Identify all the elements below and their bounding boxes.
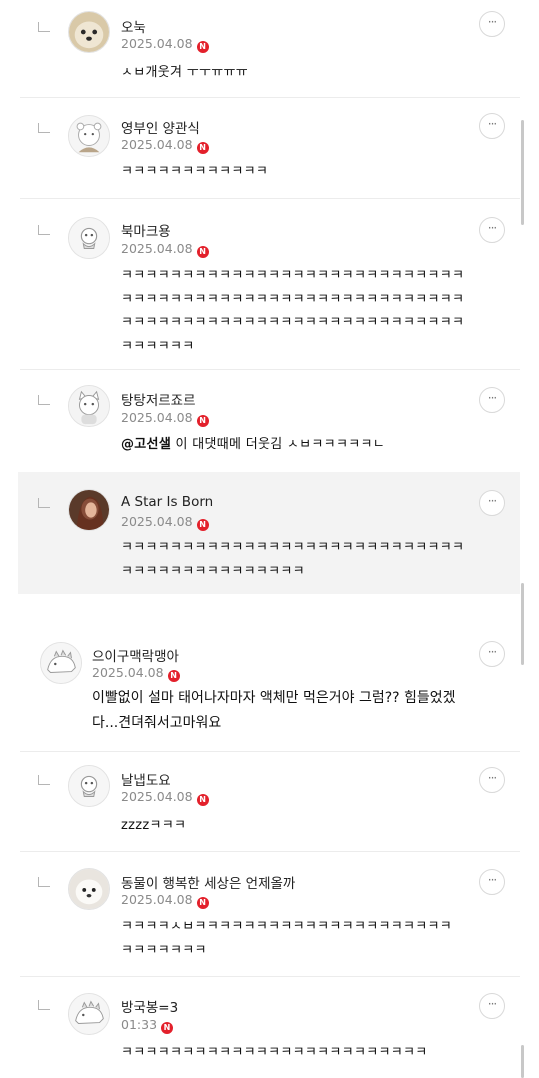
more-options-button[interactable] — [479, 641, 505, 667]
new-badge-icon: N — [196, 794, 209, 806]
new-badge-icon: N — [196, 897, 209, 909]
new-badge-icon: N — [196, 246, 209, 258]
comment-date-text: 2025.04.08 — [92, 665, 164, 680]
comment-nickname[interactable]: 탕탕저르죠르 — [121, 389, 196, 409]
comment-date-text: 2025.04.08 — [121, 137, 193, 152]
comment-nickname[interactable]: 북마크용 — [121, 220, 171, 240]
comment-date: 2025.04.08 N — [92, 665, 180, 682]
new-badge-icon: N — [196, 41, 209, 53]
comment-item: 오눅 2025.04.08 N ㅅㅂ개웃겨 ㅜㅜㅠㅠㅠ — [0, 0, 520, 97]
comment-date: 2025.04.08 N — [121, 892, 209, 909]
comment-nickname[interactable]: 동물이 행복한 세상은 언제올까 — [121, 872, 295, 892]
dinosaur-character-avatar[interactable] — [40, 642, 82, 684]
comment-item: A Star Is Born 2025.04.08 N ㅋㅋㅋㅋㅋㅋㅋㅋㅋㅋㅋㅋㅋ… — [0, 472, 520, 594]
reply-indicator-icon — [38, 775, 50, 785]
reply-indicator-icon — [38, 498, 50, 508]
reply-indicator-icon — [38, 395, 50, 405]
comment-nickname[interactable]: 영부인 양관식 — [121, 117, 200, 137]
comment-date-text: 2025.04.08 — [121, 36, 193, 51]
reply-indicator-icon — [38, 877, 50, 887]
comment-date: 2025.04.08 N — [121, 410, 209, 427]
comment-date-text: 2025.04.08 — [121, 789, 193, 804]
comment-nickname[interactable]: 날냅도요 — [121, 769, 171, 789]
new-badge-icon: N — [196, 415, 209, 427]
comment-date: 2025.04.08 N — [121, 137, 209, 154]
scrollbar-thumb-top[interactable] — [521, 120, 524, 225]
new-badge-icon: N — [196, 519, 209, 531]
reply-indicator-icon — [38, 123, 50, 133]
scrollbar-thumb-bottom[interactable] — [521, 1045, 524, 1078]
comment-date: 01:33 N — [121, 1017, 174, 1034]
dog-photo-avatar[interactable] — [68, 11, 110, 53]
reply-indicator-icon — [38, 225, 50, 235]
comment-text: ㅋㅋㅋㅋㅋㅋㅋㅋㅋㅋㅋㅋㅋㅋㅋㅋㅋㅋㅋㅋㅋㅋㅋㅋㅋㅋㅋㅋ ㅋㅋㅋㅋㅋㅋㅋㅋㅋㅋㅋ… — [121, 540, 465, 579]
comment-date-text: 2025.04.08 — [121, 410, 193, 425]
comment-text: ㅋㅋㅋㅋㅋㅋㅋㅋㅋㅋㅋㅋㅋㅋㅋㅋㅋㅋㅋㅋㅋㅋㅋㅋㅋ — [121, 1045, 428, 1060]
portrait-photo-avatar[interactable] — [68, 489, 110, 531]
comment-date-text: 2025.04.08 — [121, 892, 193, 907]
comment-date: 2025.04.08 N — [121, 36, 209, 53]
more-options-button[interactable] — [479, 113, 505, 139]
comment-date-text: 2025.04.08 — [121, 514, 193, 529]
comment-text: ㅋㅋㅋㅋㅋㅋㅋㅋㅋㅋㅋㅋ — [121, 164, 269, 179]
more-options-button[interactable] — [479, 387, 505, 413]
new-badge-icon: N — [161, 1022, 174, 1034]
comment-item: 방국봉=3 01:33 N ㅋㅋㅋㅋㅋㅋㅋㅋㅋㅋㅋㅋㅋㅋㅋㅋㅋㅋㅋㅋㅋㅋㅋㅋㅋ — [0, 976, 520, 1078]
mention-link[interactable]: @고선샐 — [121, 437, 171, 452]
comment-date: 2025.04.08 N — [121, 789, 209, 806]
default-character-avatar[interactable] — [68, 217, 110, 259]
comment-date-text: 01:33 — [121, 1017, 158, 1032]
more-options-button[interactable] — [479, 11, 505, 37]
new-badge-icon: N — [196, 142, 209, 154]
more-options-button[interactable] — [479, 993, 505, 1019]
reply-indicator-icon — [38, 1000, 50, 1010]
reply-indicator-icon — [38, 22, 50, 32]
comment-item: 날냅도요 2025.04.08 N zzzzㅋㅋㅋ — [0, 751, 520, 851]
comment-item: 동물이 행복한 세상은 언제올까 2025.04.08 N ㅋㅋㅋㅋㅅㅂㅋㅋㅋㅋㅋ… — [0, 851, 520, 976]
comment-item: 북마크용 2025.04.08 N ㅋㅋㅋㅋㅋㅋㅋㅋㅋㅋㅋㅋㅋㅋㅋㅋㅋㅋㅋㅋㅋㅋㅋ… — [0, 198, 520, 370]
comment-date: 2025.04.08 N — [121, 514, 209, 531]
scrollbar-thumb-middle[interactable] — [521, 583, 524, 665]
comment-text-content: 이 대댓때메 더웃김 ㅅㅂㅋㅋㅋㅋㅋㄴ — [171, 437, 385, 452]
puppy-photo-avatar[interactable] — [68, 868, 110, 910]
comment-nickname[interactable]: 방국봉=3 — [121, 996, 178, 1016]
dinosaur-character-avatar[interactable] — [68, 993, 110, 1035]
default-character-avatar[interactable] — [68, 765, 110, 807]
comment-date: 2025.04.08 N — [121, 241, 209, 258]
comment-text: ㅋㅋㅋㅋㅅㅂㅋㅋㅋㅋㅋㅋㅋㅋㅋㅋㅋㅋㅋㅋㅋㅋㅋㅋㅋㅋㅋ ㅋㅋㅋㅋㅋㅋㅋ — [121, 919, 453, 958]
more-options-button[interactable] — [479, 767, 505, 793]
comment-text: ㅅㅂ개웃겨 ㅜㅜㅠㅠㅠ — [121, 65, 249, 80]
comment-text: zzzzㅋㅋㅋ — [121, 818, 187, 833]
bear-character-avatar[interactable] — [68, 115, 110, 157]
comment-text: ㅋㅋㅋㅋㅋㅋㅋㅋㅋㅋㅋㅋㅋㅋㅋㅋㅋㅋㅋㅋㅋㅋㅋㅋㅋㅋㅋㅋ ㅋㅋㅋㅋㅋㅋㅋㅋㅋㅋㅋ… — [121, 268, 465, 354]
comment-text: 이빨없이 설마 태어나자마자 액체만 먹은거야 그럼?? 힘들었겠 다...견뎌… — [92, 690, 456, 731]
comment-nickname[interactable]: 으이구맥락맹아 — [92, 645, 179, 665]
comment-item: 으이구맥락맹아 2025.04.08 N 이빨없이 설마 태어나자마자 액체만 먹… — [0, 628, 520, 751]
comment-item: 탕탕저르죠르 2025.04.08 N @고선샐 이 대댓때메 더웃김 ㅅㅂㅋㅋㅋ… — [0, 369, 520, 472]
comment-date-text: 2025.04.08 — [121, 241, 193, 256]
comment-nickname[interactable]: 오눅 — [121, 16, 146, 36]
cat-character-avatar[interactable] — [68, 385, 110, 427]
comment-text: @고선샐 이 대댓때메 더웃김 ㅅㅂㅋㅋㅋㅋㅋㄴ — [121, 433, 385, 457]
comment-item: 영부인 양관식 2025.04.08 N ㅋㅋㅋㅋㅋㅋㅋㅋㅋㅋㅋㅋ — [0, 97, 520, 198]
comment-nickname[interactable]: A Star Is Born — [121, 494, 213, 510]
more-options-button[interactable] — [479, 490, 505, 516]
more-options-button[interactable] — [479, 217, 505, 243]
more-options-button[interactable] — [479, 869, 505, 895]
new-badge-icon: N — [167, 670, 180, 682]
